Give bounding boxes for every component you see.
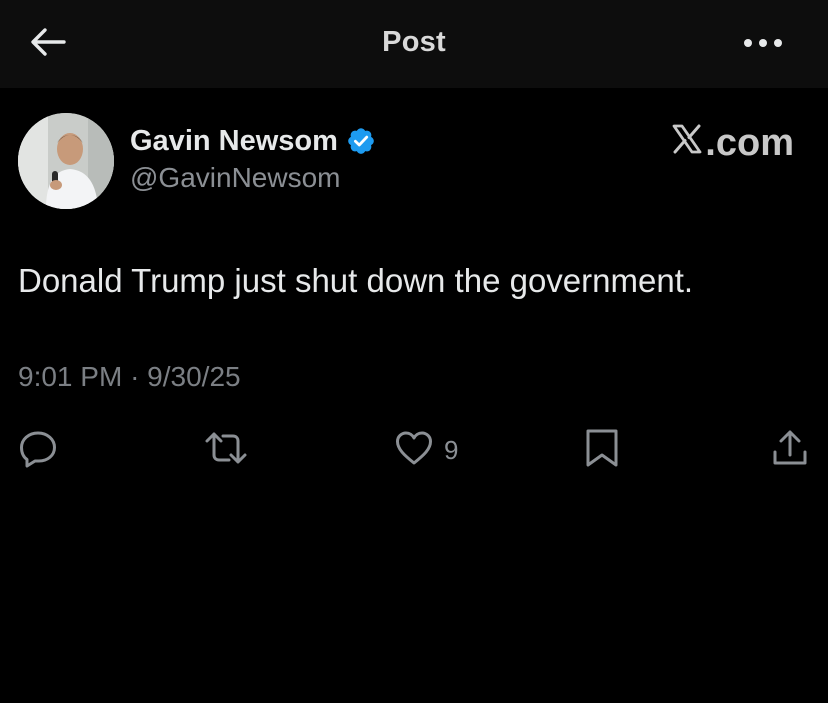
top-bar: Post <box>0 0 828 88</box>
more-horizontal-icon <box>743 35 783 53</box>
reply-icon <box>18 428 58 473</box>
like-button[interactable]: 9 <box>394 428 458 472</box>
bookmark-button[interactable] <box>582 428 622 472</box>
repost-button[interactable] <box>203 428 249 472</box>
heart-icon <box>394 428 434 473</box>
author-handle[interactable]: @GavinNewsom <box>130 162 340 194</box>
like-count: 9 <box>444 434 459 465</box>
reply-button[interactable] <box>18 428 58 472</box>
post-date: 9/30/25 <box>147 361 241 392</box>
bookmark-icon <box>582 427 622 474</box>
more-options-button[interactable] <box>740 32 786 56</box>
x-com-watermark: .com <box>671 122 794 165</box>
watermark-text: .com <box>705 122 794 164</box>
author-name-row: Gavin Newsom <box>130 121 376 161</box>
author-display-name[interactable]: Gavin Newsom <box>130 125 338 158</box>
post-timestamp[interactable]: 9:01 PM · 9/30/25 <box>18 361 241 393</box>
avatar[interactable] <box>18 113 114 209</box>
repost-icon <box>203 428 249 473</box>
post-time: 9:01 PM <box>18 361 123 392</box>
timestamp-separator: · <box>130 361 140 392</box>
page-title: Post <box>382 26 446 58</box>
share-icon <box>770 427 810 474</box>
verified-badge-icon <box>346 126 376 156</box>
x-logo-icon <box>671 122 705 165</box>
post-text: Donald Trump just shut down the governme… <box>18 262 694 299</box>
share-button[interactable] <box>770 428 810 472</box>
